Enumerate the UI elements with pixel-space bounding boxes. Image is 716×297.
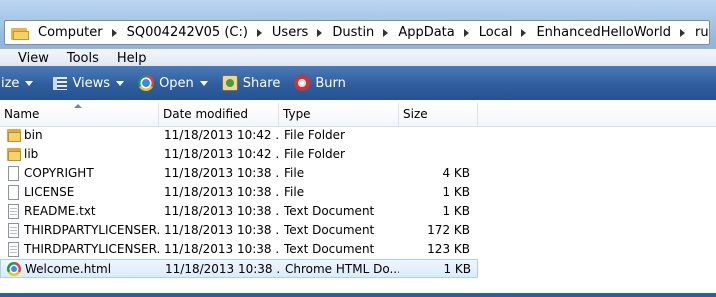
file-name: Welcome.html	[25, 262, 112, 276]
column-name-label: Name	[4, 107, 40, 121]
file-name: THIRDPARTYLICENSER...	[24, 223, 159, 237]
file-date: 11/18/2013 10:42 ...	[164, 147, 279, 161]
open-button[interactable]: Open	[138, 75, 208, 91]
menu-tools[interactable]: Tools	[67, 51, 99, 66]
file-size: 1 KB	[443, 262, 471, 276]
file-date: 11/18/2013 10:38 ...	[164, 166, 279, 180]
file-date: 11/18/2013 10:38 ...	[164, 204, 279, 218]
list-item[interactable]: lib 11/18/2013 10:42 ... File Folder	[0, 145, 478, 164]
breadcrumb-appdata[interactable]: AppData	[397, 25, 455, 40]
explorer-window: Computer SQ004242V05 (C:) Users Dustin A…	[0, 0, 716, 297]
file-type: Chrome HTML Do...	[285, 262, 399, 276]
dropdown-arrow-icon	[199, 80, 208, 86]
column-size[interactable]: Size	[399, 103, 478, 126]
document-icon	[6, 185, 22, 200]
file-list: Name Date modified Type Size bin 11/18/2…	[0, 100, 716, 293]
organize-label: ize	[1, 75, 20, 91]
file-date: 11/18/2013 10:38 ...	[165, 262, 280, 276]
column-header: Name Date modified Type Size	[0, 103, 716, 127]
breadcrumb-dustin[interactable]: Dustin	[331, 25, 375, 40]
text-document-icon	[6, 223, 22, 238]
file-date: 11/18/2013 10:42 ...	[164, 128, 279, 142]
file-date: 11/18/2013 10:38 ...	[164, 223, 279, 237]
file-name: THIRDPARTYLICENSER...	[24, 242, 159, 256]
list-item[interactable]: THIRDPARTYLICENSER... 11/18/2013 10:38 .…	[0, 221, 478, 240]
file-size: 1 KB	[442, 185, 470, 199]
file-type: Text Document	[284, 204, 375, 218]
breadcrumb-local[interactable]: Local	[478, 25, 514, 40]
organize-button[interactable]: ize	[1, 75, 34, 91]
share-icon	[221, 75, 238, 91]
file-name: COPYRIGHT	[24, 166, 94, 180]
views-icon	[53, 76, 68, 90]
chevron-right-icon[interactable]	[383, 28, 389, 37]
sort-ascending-icon	[74, 104, 82, 108]
text-document-icon	[6, 242, 22, 257]
chevron-right-icon[interactable]	[111, 28, 117, 37]
file-size	[400, 145, 470, 164]
disc-icon	[294, 75, 311, 91]
column-date-modified[interactable]: Date modified	[159, 103, 279, 126]
views-label: Views	[72, 75, 111, 91]
file-date: 11/18/2013 10:38 ...	[164, 242, 279, 256]
menu-help[interactable]: Help	[117, 51, 147, 66]
chevron-right-icon[interactable]	[521, 28, 527, 37]
burn-label: Burn	[315, 75, 346, 91]
chevron-right-icon[interactable]	[679, 28, 685, 37]
file-name: lib	[24, 147, 39, 161]
chevron-right-icon[interactable]	[256, 28, 262, 37]
breadcrumb-users[interactable]: Users	[271, 25, 309, 40]
dropdown-arrow-icon	[25, 80, 34, 86]
file-name: bin	[24, 128, 43, 142]
list-item[interactable]: bin 11/18/2013 10:42 ... File Folder	[0, 126, 478, 145]
file-type: File	[284, 166, 305, 180]
file-size: 4 KB	[442, 166, 470, 180]
list-item[interactable]: LICENSE 11/18/2013 10:38 ... File 1 KB	[0, 183, 478, 202]
list-item-selected[interactable]: Welcome.html 11/18/2013 10:38 ... Chrome…	[0, 259, 478, 278]
file-type: File Folder	[284, 128, 345, 142]
column-type[interactable]: Type	[279, 103, 399, 126]
column-type-label: Type	[283, 107, 311, 121]
share-button[interactable]: Share	[221, 75, 281, 91]
burn-button[interactable]: Burn	[294, 75, 346, 91]
command-toolbar: ize Views Open Share Burn	[0, 66, 716, 100]
menu-bar: View Tools Help	[0, 48, 716, 67]
dropdown-arrow-icon	[116, 80, 125, 86]
folder-icon	[6, 147, 22, 162]
address-bar[interactable]: Computer SQ004242V05 (C:) Users Dustin A…	[4, 20, 710, 45]
chrome-html-icon	[7, 262, 21, 276]
views-button[interactable]: Views	[53, 75, 125, 91]
list-item[interactable]: README.txt 11/18/2013 10:38 ... Text Doc…	[0, 202, 478, 221]
text-document-icon	[6, 204, 22, 219]
open-label: Open	[159, 75, 194, 91]
chevron-right-icon[interactable]	[317, 28, 323, 37]
chevron-right-icon[interactable]	[463, 28, 469, 37]
file-type: Text Document	[284, 242, 375, 256]
document-icon	[6, 166, 22, 181]
column-date-label: Date modified	[163, 107, 249, 121]
file-size: 123 KB	[427, 242, 470, 256]
breadcrumb-enhancedhelloworld[interactable]: EnhancedHelloWorld	[535, 25, 672, 40]
menu-view[interactable]: View	[18, 51, 49, 66]
file-type: Text Document	[284, 223, 375, 237]
file-type: File Folder	[284, 147, 345, 161]
file-size: 172 KB	[427, 223, 470, 237]
file-name: README.txt	[24, 204, 96, 218]
chrome-icon	[138, 75, 155, 91]
address-area: Computer SQ004242V05 (C:) Users Dustin A…	[0, 0, 716, 67]
folder-icon	[6, 128, 22, 143]
file-name: LICENSE	[24, 185, 75, 199]
file-type: File	[284, 185, 305, 199]
list-item[interactable]: COPYRIGHT 11/18/2013 10:38 ... File 4 KB	[0, 164, 478, 183]
list-item[interactable]: THIRDPARTYLICENSER... 11/18/2013 10:38 .…	[0, 240, 478, 259]
breadcrumb-drive[interactable]: SQ004242V05 (C:)	[126, 25, 249, 40]
file-date: 11/18/2013 10:38 ...	[164, 185, 279, 199]
breadcrumb-computer[interactable]: Computer	[37, 25, 104, 40]
file-size: 1 KB	[442, 204, 470, 218]
breadcrumb-runtime[interactable]: runtime	[694, 25, 709, 40]
column-name[interactable]: Name	[0, 103, 159, 126]
file-size	[400, 126, 470, 145]
share-label: Share	[242, 75, 281, 91]
column-size-label: Size	[403, 107, 428, 121]
